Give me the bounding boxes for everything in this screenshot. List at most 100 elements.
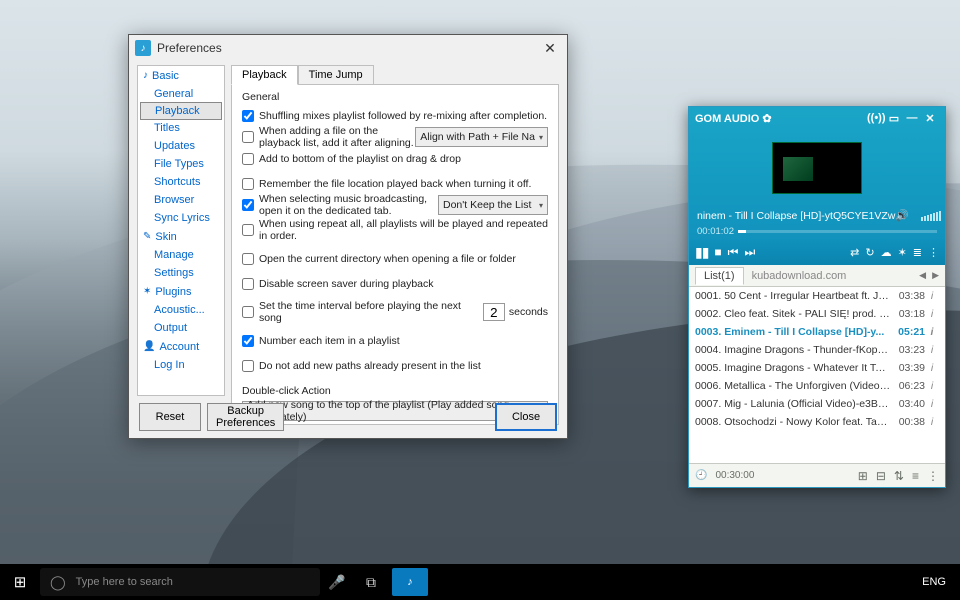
broadcast-combo[interactable]: Don't Keep the List▾	[438, 195, 548, 215]
repeat-icon[interactable]: ↻	[865, 246, 874, 259]
playback-tab-body: General Shuffling mixes playlist followe…	[232, 85, 558, 424]
mic-icon[interactable]: 🎤	[320, 574, 354, 591]
tab[interactable]: Playback	[231, 65, 298, 85]
open-dir-checkbox[interactable]	[242, 253, 254, 265]
opt-remember-loc[interactable]: Remember the file location played back w…	[242, 175, 548, 192]
playlist-tab[interactable]: List(1)	[695, 267, 744, 285]
interval-value[interactable]	[483, 303, 505, 321]
shuffle-checkbox[interactable]	[242, 110, 254, 122]
number-each-label: Number each item in a playlist	[259, 335, 548, 347]
interval-checkbox[interactable]	[242, 306, 254, 318]
preferences-window: ♪ Preferences ✕ ♪BasicGeneralPlaybackTit…	[128, 34, 568, 439]
sidebar-item[interactable]: Manage	[138, 246, 224, 264]
align-add-checkbox[interactable]	[242, 131, 254, 143]
sidebar-item[interactable]: Settings	[138, 264, 224, 282]
eq-icon[interactable]: ☁	[881, 246, 892, 259]
sidebar-item[interactable]: Sync Lyrics	[138, 209, 224, 227]
opt-repeat-all[interactable]: When using repeat all, all playlists wil…	[242, 218, 548, 242]
remember-loc-checkbox[interactable]	[242, 178, 254, 190]
playlist-row[interactable]: 0004. Imagine Dragons - Thunder-fKopy74.…	[689, 341, 945, 359]
sidebar-item[interactable]: Acoustic...	[138, 301, 224, 319]
playlist-row[interactable]: 0003. Eminem - Till I Collapse [HD]-y...…	[689, 323, 945, 341]
gom-titlebar[interactable]: GOM AUDIO ✿ ((•)) ▭ — ✕	[689, 107, 945, 129]
prev-button[interactable]: ⏮	[728, 245, 739, 260]
menu-icon[interactable]: ⋮	[928, 246, 939, 259]
close-icon[interactable]: ✕	[539, 40, 561, 57]
playlist-row[interactable]: 0002. Cleo feat. Sitek - PALI SIĘ! prod.…	[689, 305, 945, 323]
opt-shuffle[interactable]: Shuffling mixes playlist followed by re-…	[242, 107, 548, 124]
add-bottom-checkbox[interactable]	[242, 153, 254, 165]
remember-loc-label: Remember the file location played back w…	[259, 178, 548, 190]
taskbar-search[interactable]: ◯ Type here to search	[40, 568, 320, 596]
sidebar-item[interactable]: File Types	[138, 155, 224, 173]
close-icon[interactable]: ✕	[921, 112, 939, 125]
remove-icon[interactable]: ⊟	[876, 469, 886, 483]
close-button[interactable]: Close	[495, 403, 557, 431]
next-button[interactable]: ⏭	[744, 245, 755, 260]
sidebar-group[interactable]: ♪Basic	[138, 66, 224, 85]
opt-broadcast[interactable]: When selecting music broadcasting, open …	[242, 193, 548, 217]
start-button[interactable]: ⊞	[0, 573, 40, 591]
playlist-source: kubadownload.com	[752, 270, 847, 282]
seek-bar[interactable]	[738, 230, 937, 233]
language-indicator[interactable]: ENG	[908, 576, 960, 588]
sidebar-group[interactable]: ✶Plugins	[138, 282, 224, 301]
sidebar-item[interactable]: Log In	[138, 356, 224, 374]
sidebar-item[interactable]: Updates	[138, 137, 224, 155]
broadcast-checkbox[interactable]	[242, 199, 254, 211]
compact-icon[interactable]: ▭	[885, 112, 903, 125]
chevron-down-icon: ▾	[539, 201, 543, 210]
scroll-left-icon[interactable]: ◀	[919, 270, 926, 281]
opt-no-dup[interactable]: Do not add new paths already present in …	[242, 357, 548, 374]
more-icon[interactable]: ⋮	[927, 469, 939, 483]
opt-interval[interactable]: Set the time interval before playing the…	[242, 300, 548, 324]
number-each-checkbox[interactable]	[242, 335, 254, 347]
pause-button[interactable]: ▮▮	[695, 244, 708, 261]
interval-unit: seconds	[509, 306, 548, 318]
backup-preferences-button[interactable]: Backup Preferences	[207, 403, 284, 431]
opt-number-each[interactable]: Number each item in a playlist	[242, 332, 548, 349]
list-icon[interactable]: ≣	[913, 246, 922, 259]
playlist-menu-icon[interactable]: ≡	[912, 469, 919, 483]
volume-level[interactable]	[921, 211, 941, 221]
playlist-row[interactable]: 0005. Imagine Dragons - Whatever It Take…	[689, 359, 945, 377]
sidebar-item[interactable]: Playback	[140, 102, 222, 120]
playlist-row[interactable]: 0007. Mig - Lalunia (Official Video)-e3B…	[689, 395, 945, 413]
tab[interactable]: Time Jump	[298, 65, 374, 84]
volume-icon[interactable]: 🔊	[895, 209, 909, 222]
search-placeholder: Type here to search	[76, 576, 173, 588]
sidebar-item[interactable]: Titles	[138, 119, 224, 137]
playlist-row[interactable]: 0001. 50 Cent - Irregular Heartbeat ft. …	[689, 287, 945, 305]
opt-align-add[interactable]: When adding a file on the playback list,…	[242, 125, 548, 149]
no-dup-checkbox[interactable]	[242, 360, 254, 372]
playlist[interactable]: 0001. 50 Cent - Irregular Heartbeat ft. …	[689, 287, 945, 463]
disable-ss-checkbox[interactable]	[242, 278, 254, 290]
preferences-sidebar: ♪BasicGeneralPlaybackTitlesUpdatesFile T…	[137, 65, 225, 396]
broadcast-icon[interactable]: ((•))	[867, 112, 885, 124]
scroll-right-icon[interactable]: ▶	[932, 270, 939, 281]
shuffle-icon[interactable]: ⇄	[850, 246, 859, 259]
repeat-all-checkbox[interactable]	[242, 224, 254, 236]
sidebar-item[interactable]: General	[138, 85, 224, 103]
playlist-row[interactable]: 0008. Otsochodzi - Nowy Kolor feat. Taco…	[689, 413, 945, 431]
add-icon[interactable]: ⊞	[858, 469, 868, 483]
visual-icon[interactable]: ✶	[898, 246, 907, 259]
sidebar-item[interactable]: Browser	[138, 191, 224, 209]
gom-taskbar-icon[interactable]: ♪	[392, 568, 428, 596]
sidebar-group[interactable]: ✎Skin	[138, 227, 224, 246]
reset-button[interactable]: Reset	[139, 403, 201, 431]
task-view-icon[interactable]: ⧉	[354, 574, 388, 591]
sidebar-group[interactable]: 👤Account	[138, 337, 224, 356]
align-add-combo[interactable]: Align with Path + File Na▾	[415, 127, 548, 147]
opt-disable-ss[interactable]: Disable screen saver during playback	[242, 275, 548, 292]
stop-button[interactable]: ■	[714, 245, 721, 259]
album-art	[772, 142, 862, 194]
preferences-titlebar[interactable]: ♪ Preferences ✕	[129, 35, 567, 61]
sort-icon[interactable]: ⇅	[894, 469, 904, 483]
playlist-row[interactable]: 0006. Metallica - The Unforgiven (Video)…	[689, 377, 945, 395]
sidebar-item[interactable]: Shortcuts	[138, 173, 224, 191]
opt-add-bottom[interactable]: Add to bottom of the playlist on drag & …	[242, 150, 548, 167]
minimize-icon[interactable]: —	[903, 112, 921, 124]
opt-open-dir[interactable]: Open the current directory when opening …	[242, 250, 548, 267]
sidebar-item[interactable]: Output	[138, 319, 224, 337]
